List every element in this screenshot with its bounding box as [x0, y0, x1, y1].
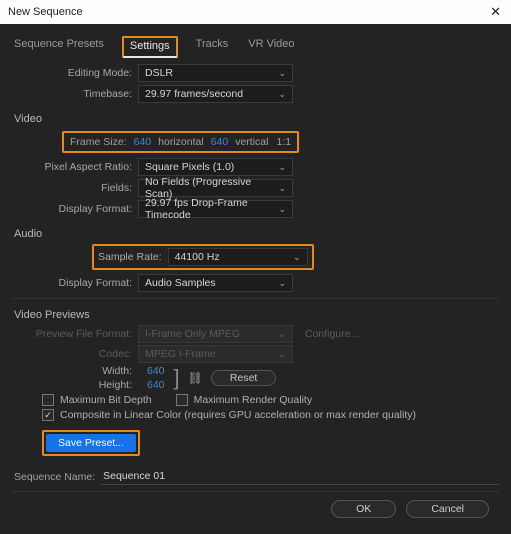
row-preview-format: Preview File Format: I-Frame Only MPEG ⌄… [12, 325, 499, 343]
checkbox-composite-linear[interactable]: ✓ [42, 409, 54, 421]
sequence-name-input[interactable]: Sequence 01 [101, 468, 499, 485]
frame-height-input[interactable]: 640 [208, 136, 232, 148]
row-checkbox-composite: ✓ Composite in Linear Color (requires GP… [42, 409, 499, 421]
preview-height-input[interactable]: 640 [144, 379, 168, 391]
row-editing-mode: Editing Mode: DSLR ⌄ [12, 64, 499, 82]
fields-label: Fields: [12, 182, 138, 194]
row-codec: Codec: MPEG I-Frame ⌄ [12, 345, 499, 363]
row-pixel-aspect-ratio: Pixel Aspect Ratio: Square Pixels (1.0) … [12, 158, 499, 176]
row-audio-display-format: Display Format: Audio Samples ⌄ [12, 274, 499, 292]
configure-button: Configure... [305, 328, 359, 340]
timebase-select[interactable]: 29.97 frames/second ⌄ [138, 85, 293, 103]
chevron-down-icon: ⌄ [278, 68, 286, 79]
reset-button[interactable]: Reset [211, 370, 276, 386]
chevron-down-icon: ⌄ [277, 328, 286, 340]
max-render-quality-label: Maximum Render Quality [194, 394, 312, 406]
par-select[interactable]: Square Pixels (1.0) ⌄ [138, 158, 293, 176]
sample-rate-label: Sample Rate: [98, 251, 162, 263]
ok-button[interactable]: OK [331, 500, 396, 518]
link-icon[interactable]: ⛓ [188, 371, 203, 385]
chevron-down-icon: ⌄ [277, 348, 286, 360]
sample-rate-select[interactable]: 44100 Hz ⌄ [168, 248, 308, 266]
height-label: Height: [12, 379, 138, 391]
sequence-name-label: Sequence Name: [14, 471, 95, 483]
chevron-down-icon: ⌄ [278, 183, 286, 194]
tab-tracks[interactable]: Tracks [194, 36, 231, 58]
video-display-format-label: Display Format: [12, 203, 138, 215]
row-fields: Fields: No Fields (Progressive Scan) ⌄ [12, 179, 499, 197]
vertical-label: vertical [235, 136, 268, 148]
par-label: Pixel Aspect Ratio: [12, 161, 138, 173]
audio-section-title: Audio [14, 228, 499, 240]
chevron-down-icon: ⌄ [293, 252, 301, 263]
close-icon[interactable]: ✕ [486, 4, 505, 20]
tab-vr-video[interactable]: VR Video [246, 36, 296, 58]
chevron-down-icon: ⌄ [278, 278, 286, 289]
preview-format-select: I-Frame Only MPEG ⌄ [138, 325, 293, 343]
save-preset-button[interactable]: Save Preset... [46, 434, 136, 452]
audio-display-format-label: Display Format: [12, 277, 138, 289]
chevron-down-icon: ⌄ [278, 204, 286, 215]
title-bar: New Sequence ✕ [0, 0, 511, 24]
cancel-button[interactable]: Cancel [406, 500, 489, 518]
row-timebase: Timebase: 29.97 frames/second ⌄ [12, 85, 499, 103]
save-preset-highlight: Save Preset... [42, 430, 140, 456]
frame-width-input[interactable]: 640 [131, 136, 155, 148]
row-video-display-format: Display Format: 29.97 fps Drop-Frame Tim… [12, 200, 499, 218]
audio-display-format-select[interactable]: Audio Samples ⌄ [138, 274, 293, 292]
bracket-icon: ] [174, 369, 180, 387]
fields-select[interactable]: No Fields (Progressive Scan) ⌄ [138, 179, 293, 197]
row-checkbox-bitdepth: Maximum Bit Depth Maximum Render Quality [42, 394, 499, 406]
preview-format-label: Preview File Format: [12, 328, 138, 340]
video-section-title: Video [14, 113, 499, 125]
tab-settings[interactable]: Settings [122, 36, 178, 58]
video-previews-title: Video Previews [14, 309, 499, 321]
width-label: Width: [12, 365, 138, 377]
editing-mode-label: Editing Mode: [12, 67, 138, 79]
max-bit-depth-label: Maximum Bit Depth [60, 394, 152, 406]
aspect-ratio: 1:1 [276, 136, 291, 148]
sample-rate-group: Sample Rate: 44100 Hz ⌄ [92, 244, 314, 270]
horizontal-label: horizontal [158, 136, 204, 148]
tab-sequence-presets[interactable]: Sequence Presets [12, 36, 106, 58]
frame-size-label: Frame Size: [70, 136, 127, 148]
editing-mode-select[interactable]: DSLR ⌄ [138, 64, 293, 82]
chevron-down-icon: ⌄ [278, 162, 286, 173]
chevron-down-icon: ⌄ [278, 89, 286, 100]
dialog-body: Sequence Presets Settings Tracks VR Vide… [0, 24, 511, 534]
divider [12, 298, 499, 299]
video-display-format-select[interactable]: 29.97 fps Drop-Frame Timecode ⌄ [138, 200, 293, 218]
timebase-label: Timebase: [12, 88, 138, 100]
preview-width-input[interactable]: 640 [144, 365, 168, 377]
codec-select: MPEG I-Frame ⌄ [138, 345, 293, 363]
checkbox-max-render-quality[interactable] [176, 394, 188, 406]
row-sequence-name: Sequence Name: Sequence 01 [12, 468, 499, 485]
frame-size-group: Frame Size: 640 horizontal 640 vertical … [62, 131, 299, 153]
tab-bar: Sequence Presets Settings Tracks VR Vide… [12, 36, 499, 58]
checkbox-max-bit-depth[interactable] [42, 394, 54, 406]
codec-label: Codec: [12, 348, 138, 360]
window-title: New Sequence [8, 6, 83, 18]
dialog-footer: OK Cancel [12, 491, 499, 526]
composite-linear-label: Composite in Linear Color (requires GPU … [60, 409, 416, 421]
